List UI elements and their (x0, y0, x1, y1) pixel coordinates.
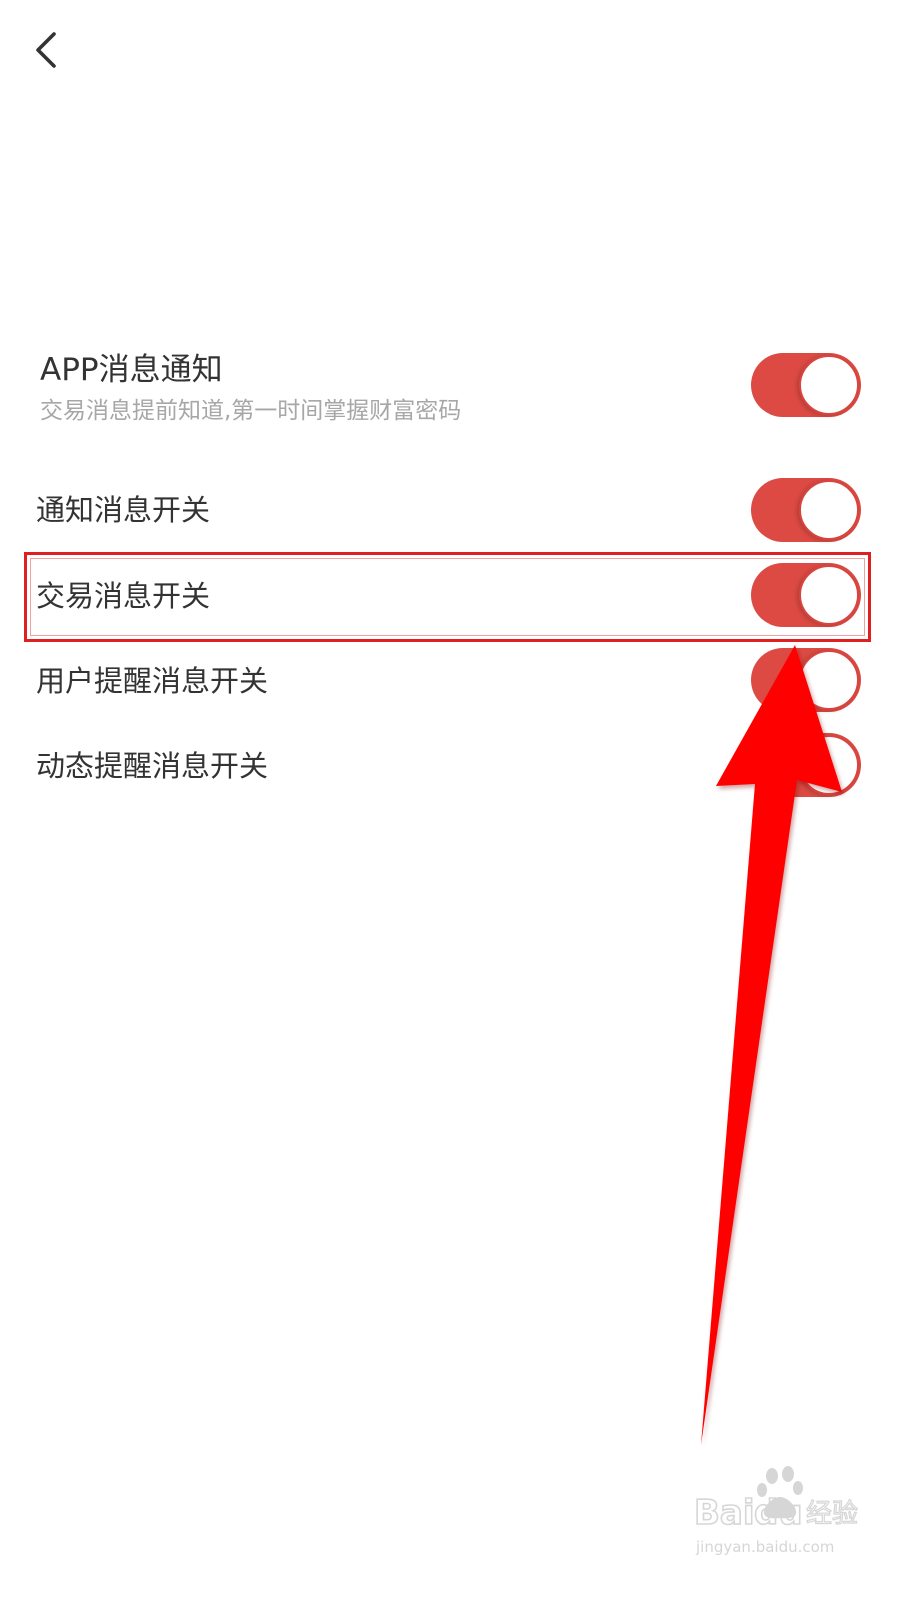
setting-row-dynamic-reminder: 动态提醒消息开关 (0, 733, 924, 797)
toggle-knob (799, 565, 859, 625)
setting-row-notification: 通知消息开关 (0, 478, 924, 542)
watermark-logo: Bai du 经验 jingyan.baidu.com (690, 1462, 870, 1562)
app-notification-toggle[interactable] (751, 353, 861, 417)
toggle-knob (799, 355, 859, 415)
svg-text:Bai: Bai (694, 1493, 755, 1533)
toggle-knob (799, 480, 859, 540)
notification-message-toggle[interactable] (751, 478, 861, 542)
back-button[interactable] (22, 22, 74, 78)
annotation-arrow (701, 645, 842, 1445)
setting-label-notification: 通知消息开关 (36, 493, 211, 527)
setting-label-dynamic-reminder: 动态提醒消息开关 (36, 749, 269, 783)
setting-label-user-reminder: 用户提醒消息开关 (36, 664, 269, 698)
setting-row-user-reminder: 用户提醒消息开关 (0, 648, 924, 712)
app-notification-row: APP消息通知 交易消息提前知道,第一时间掌握财富密码 (0, 340, 924, 440)
setting-label-trade: 交易消息开关 (36, 579, 211, 613)
app-notification-subtitle: 交易消息提前知道,第一时间掌握财富密码 (40, 398, 462, 424)
toggle-knob (799, 735, 859, 795)
setting-row-trade: 交易消息开关 (0, 563, 924, 627)
svg-text:jingyan.baidu.com: jingyan.baidu.com (695, 1538, 834, 1556)
baidu-paw-icon: Bai du 经验 jingyan.baidu.com (693, 1466, 859, 1556)
chevron-left-icon (36, 32, 56, 68)
trade-message-toggle[interactable] (751, 563, 861, 627)
svg-text:经验: 经验 (806, 1499, 858, 1529)
user-reminder-toggle[interactable] (751, 648, 861, 712)
svg-text:du: du (754, 1493, 803, 1533)
toggle-knob (799, 650, 859, 710)
app-notification-title: APP消息通知 (40, 352, 223, 388)
dynamic-reminder-toggle[interactable] (751, 733, 861, 797)
